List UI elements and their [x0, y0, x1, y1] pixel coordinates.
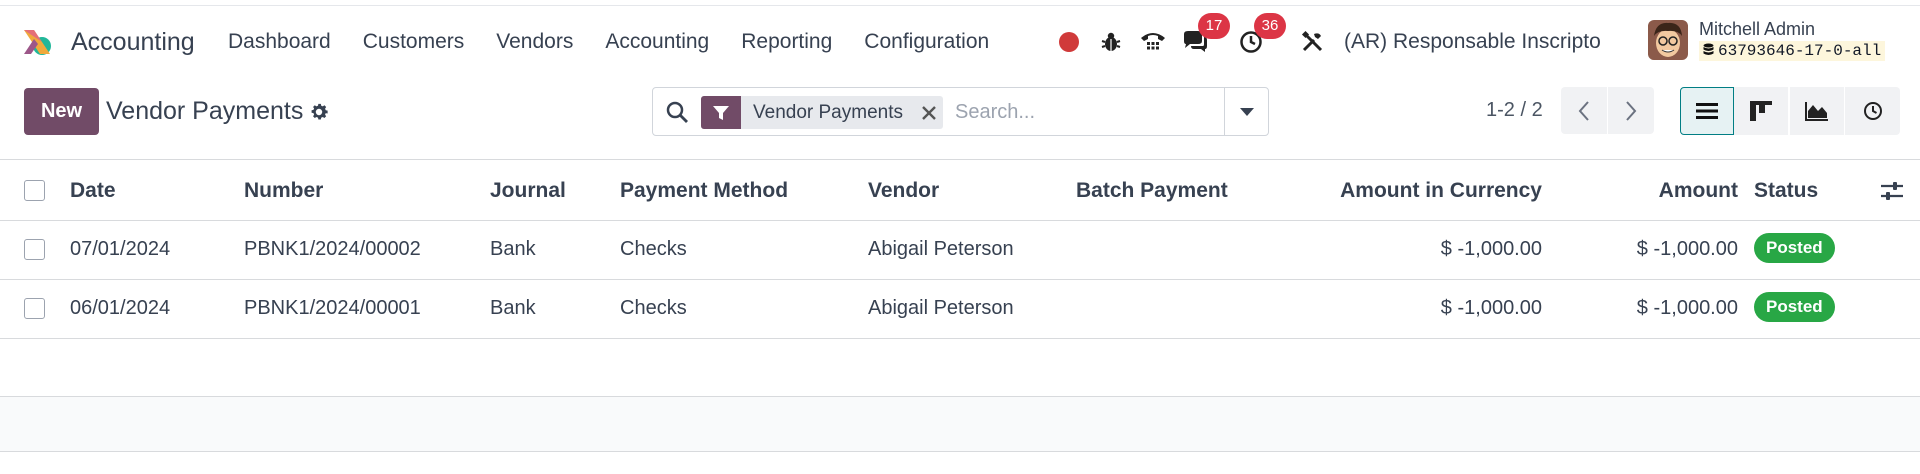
menu-vendors[interactable]: Vendors [496, 30, 573, 54]
kanban-view-icon [1750, 101, 1772, 121]
caret-down-icon [1239, 107, 1254, 116]
debug-button[interactable] [1096, 27, 1126, 57]
cell-payment-method: Checks [620, 297, 687, 319]
new-button[interactable]: New [24, 88, 99, 135]
cell-date: 06/01/2024 [70, 297, 171, 319]
menu-configuration[interactable]: Configuration [864, 30, 989, 54]
record-icon [1059, 32, 1079, 52]
database-name: 63793646-17-0-all [1699, 41, 1886, 61]
graph-view-button[interactable] [1790, 87, 1844, 135]
select-all-checkbox[interactable] [24, 180, 45, 201]
kanban-view-button[interactable] [1734, 87, 1788, 135]
record-button[interactable] [1054, 27, 1084, 57]
cell-amount-in-currency: $ -1,000.00 [1440, 297, 1542, 319]
chevron-right-icon [1626, 100, 1637, 121]
column-amount-in-currency[interactable]: Amount in Currency [1340, 179, 1542, 203]
user-avatar-icon [1648, 20, 1688, 60]
cell-number: PBNK1/2024/00001 [244, 297, 421, 319]
main-menu: Dashboard Customers Vendors Accounting R… [228, 30, 1021, 54]
table-footer [0, 396, 1920, 452]
messages-count-badge: 17 [1198, 13, 1230, 39]
table-row[interactable]: 06/01/2024 PBNK1/2024/00001 Bank Checks … [0, 280, 1920, 339]
phone-icon [1141, 33, 1165, 50]
table-header: Date Number Journal Payment Method Vendo… [0, 159, 1920, 221]
database-name-text: 63793646-17-0-all [1718, 42, 1882, 60]
column-status[interactable]: Status [1754, 179, 1818, 203]
menu-dashboard[interactable]: Dashboard [228, 30, 331, 54]
messages-button[interactable]: 17 [1180, 13, 1230, 57]
search-options-toggle[interactable] [1224, 88, 1268, 135]
activity-view-button[interactable] [1845, 87, 1900, 135]
avatar[interactable] [1648, 20, 1688, 60]
status-badge: Posted [1754, 233, 1835, 263]
facet-label: Vendor Payments [753, 102, 903, 123]
tools-icon [1301, 30, 1323, 52]
facet-filter-box [701, 96, 741, 129]
table-row[interactable]: 07/01/2024 PBNK1/2024/00002 Bank Checks … [0, 221, 1920, 280]
column-number[interactable]: Number [244, 179, 323, 203]
chevron-left-icon [1578, 100, 1589, 121]
list-view-button[interactable] [1680, 87, 1734, 135]
row-checkbox[interactable] [24, 239, 45, 260]
page-title: Vendor Payments [106, 97, 304, 125]
tools-button[interactable] [1298, 27, 1328, 57]
column-vendor[interactable]: Vendor [868, 179, 939, 203]
menu-customers[interactable]: Customers [363, 30, 465, 54]
column-amount[interactable]: Amount [1659, 179, 1738, 203]
cell-journal: Bank [490, 297, 536, 319]
search-icon[interactable] [665, 100, 689, 124]
filter-facet: Vendor Payments [701, 96, 943, 129]
status-badge: Posted [1754, 292, 1835, 322]
filter-icon [713, 105, 729, 120]
menu-reporting[interactable]: Reporting [741, 30, 832, 54]
column-payment-method[interactable]: Payment Method [620, 179, 788, 203]
pager-previous-button[interactable] [1561, 87, 1607, 134]
cell-amount-in-currency: $ -1,000.00 [1440, 238, 1542, 260]
column-journal[interactable]: Journal [490, 179, 566, 203]
activity-view-icon [1863, 102, 1882, 120]
column-date[interactable]: Date [70, 179, 116, 203]
company-switcher[interactable]: (AR) Responsable Inscripto [1344, 30, 1601, 54]
systray: 17 36 (AR) Responsable Inscripto [1050, 13, 1601, 60]
graph-view-icon [1805, 102, 1828, 121]
facet-remove-button[interactable] [915, 96, 943, 129]
gear-icon[interactable] [308, 101, 330, 123]
cell-vendor: Abigail Peterson [868, 238, 1014, 260]
user-name[interactable]: Mitchell Admin [1699, 19, 1815, 40]
pager-value[interactable]: 1-2 / 2 [1486, 99, 1543, 122]
activities-button[interactable]: 36 [1236, 13, 1286, 57]
cell-payment-method: Checks [620, 238, 687, 260]
row-checkbox[interactable] [24, 298, 45, 319]
pager-next-button[interactable] [1608, 87, 1654, 134]
column-batch-payment[interactable]: Batch Payment [1076, 179, 1228, 203]
cell-number: PBNK1/2024/00002 [244, 238, 421, 260]
cell-vendor: Abigail Peterson [868, 297, 1014, 319]
phone-button[interactable] [1138, 27, 1168, 57]
close-icon [922, 105, 936, 120]
optional-columns-icon[interactable] [1880, 180, 1904, 202]
app-logo-icon[interactable] [20, 24, 56, 60]
cell-amount: $ -1,000.00 [1636, 238, 1738, 260]
app-name[interactable]: Accounting [71, 28, 195, 57]
cell-date: 07/01/2024 [70, 238, 171, 260]
cell-amount: $ -1,000.00 [1636, 297, 1738, 319]
search-input[interactable] [955, 98, 1215, 126]
menu-accounting[interactable]: Accounting [605, 30, 709, 54]
cell-journal: Bank [490, 238, 536, 260]
main-navbar: Accounting Dashboard Customers Vendors A… [0, 6, 1920, 76]
search-bar: Vendor Payments [652, 87, 1269, 136]
list-view-icon [1696, 103, 1718, 119]
database-icon [1703, 43, 1714, 55]
debug-icon [1101, 32, 1121, 51]
activities-count-badge: 36 [1254, 13, 1286, 39]
